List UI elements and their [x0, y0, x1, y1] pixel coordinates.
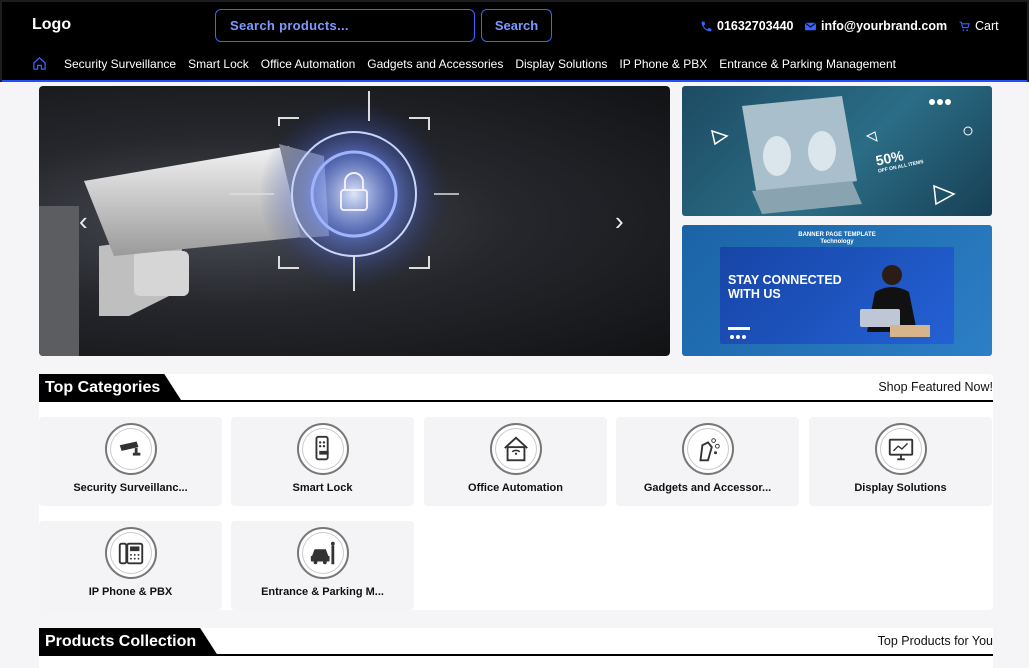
gadgets-icon	[699, 438, 720, 462]
main-nav: Security Surveillance Smart Lock Office …	[32, 56, 896, 71]
category-icon-frame	[875, 423, 927, 475]
category-icon-frame	[297, 527, 349, 579]
earbuds-promo-banner[interactable]: 50% OFF ON ALL ITEMS	[682, 86, 992, 216]
header-divider	[2, 80, 1027, 82]
smart-home-icon	[504, 436, 528, 462]
hero-cctv-illustration	[39, 91, 459, 356]
display-icon	[888, 438, 914, 461]
top-products-link[interactable]: Top Products for You	[878, 634, 993, 648]
category-card-office-automation[interactable]: Office Automation	[424, 417, 607, 506]
email-address: info@yourbrand.com	[821, 19, 948, 33]
category-icon-frame	[490, 423, 542, 475]
home-icon[interactable]	[32, 56, 47, 71]
banner-template-heading: BANNER PAGE TEMPLATE Technology	[682, 232, 992, 246]
person-laptop-illustration	[728, 265, 930, 339]
mail-icon	[805, 22, 816, 30]
category-card-smart-lock[interactable]: Smart Lock	[231, 417, 414, 506]
category-icon-frame	[105, 527, 157, 579]
banner-inner-card: STAY CONNECTED WITH US	[720, 247, 954, 344]
ip-phone-icon	[118, 542, 144, 565]
category-label: Security Surveillanc...	[73, 482, 188, 494]
parking-icon	[310, 541, 335, 565]
category-card-gadgets[interactable]: Gadgets and Accessor...	[616, 417, 799, 506]
category-icon-frame	[297, 423, 349, 475]
nav-item-display-solutions[interactable]: Display Solutions	[515, 57, 607, 71]
products-collection-section: Products Collection Top Products for You	[39, 628, 993, 668]
slider-next-icon[interactable]: ›	[615, 208, 624, 234]
phone-contact[interactable]: 01632703440	[700, 19, 793, 33]
email-contact[interactable]: info@yourbrand.com	[804, 19, 947, 33]
section-header: Products Collection Top Products for You	[39, 628, 993, 656]
logo[interactable]: Logo	[32, 16, 71, 34]
nav-item-security-surveillance[interactable]: Security Surveillance	[64, 57, 176, 71]
nav-item-gadgets[interactable]: Gadgets and Accessories	[367, 57, 503, 71]
banner-template-title: BANNER PAGE TEMPLATE	[798, 232, 876, 238]
slider-prev-icon[interactable]: ‹	[79, 208, 88, 234]
category-label: Display Solutions	[854, 482, 947, 494]
stay-connected-banner[interactable]: BANNER PAGE TEMPLATE Technology STAY CON…	[682, 225, 992, 356]
earbuds-case-illustration	[710, 96, 973, 214]
category-label: Smart Lock	[292, 482, 353, 494]
nav-item-entrance-parking[interactable]: Entrance & Parking Management	[719, 57, 896, 71]
section-header: Top Categories Shop Featured Now!	[39, 374, 993, 402]
category-icon-frame	[105, 423, 157, 475]
cart-label: Cart	[975, 19, 999, 33]
hero-slider[interactable]: ‹ ›	[39, 86, 670, 356]
phone-number: 01632703440	[717, 19, 794, 33]
category-label: Entrance & Parking M...	[261, 586, 384, 598]
category-card-ip-phone[interactable]: IP Phone & PBX	[39, 521, 222, 610]
section-title: Top Categories	[39, 374, 182, 402]
category-card-entrance-parking[interactable]: Entrance & Parking M...	[231, 521, 414, 610]
category-label: Office Automation	[468, 482, 563, 494]
category-card-display[interactable]: Display Solutions	[809, 417, 992, 506]
search-button[interactable]: Search	[481, 9, 552, 42]
banner-template-subtitle: Technology	[820, 239, 854, 245]
nav-item-ip-phone[interactable]: IP Phone & PBX	[619, 57, 707, 71]
category-label: IP Phone & PBX	[88, 586, 173, 598]
nav-item-smart-lock[interactable]: Smart Lock	[188, 57, 249, 71]
phone-icon	[701, 21, 712, 31]
section-title: Products Collection	[39, 628, 218, 656]
category-card-security[interactable]: Security Surveillanc...	[39, 417, 222, 506]
cctv-camera-icon	[119, 441, 141, 456]
smart-lock-icon	[315, 435, 329, 461]
nav-item-office-automation[interactable]: Office Automation	[261, 57, 356, 71]
top-header: Logo Search 01632703440 info@yourbrand.c…	[0, 0, 1029, 82]
category-label: Gadgets and Accessor...	[643, 482, 772, 494]
category-icon-frame	[682, 423, 734, 475]
cart-link[interactable]: Cart	[958, 19, 999, 33]
top-categories-section: Top Categories Shop Featured Now! Securi…	[39, 374, 993, 610]
shop-featured-link[interactable]: Shop Featured Now!	[878, 380, 993, 394]
search-input[interactable]	[215, 9, 475, 42]
cart-icon	[959, 21, 970, 31]
